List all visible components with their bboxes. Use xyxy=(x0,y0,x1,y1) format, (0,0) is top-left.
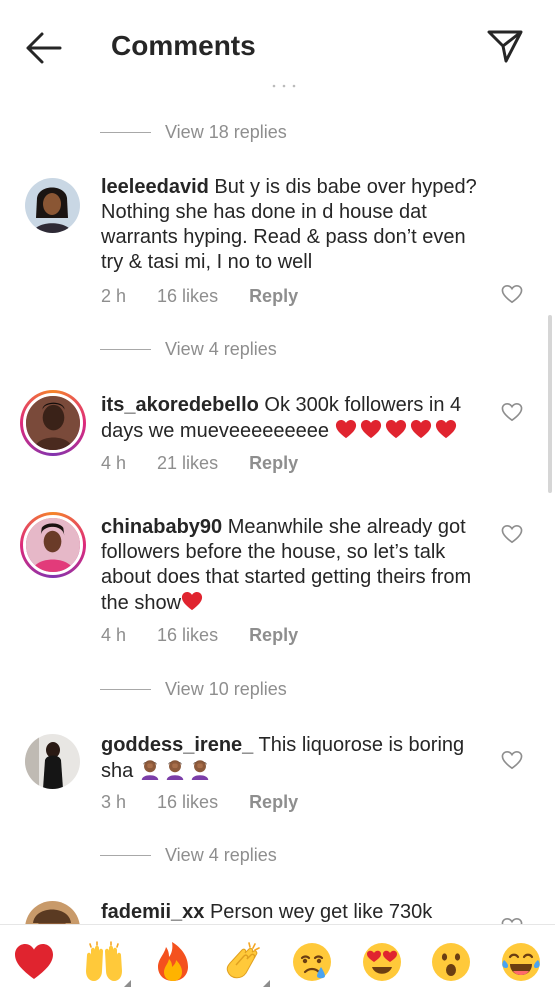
view-replies-button[interactable]: View 10 replies xyxy=(100,675,287,703)
like-heart-icon[interactable] xyxy=(501,917,523,924)
emoji-reaction-bar xyxy=(0,924,555,1000)
tears-of-joy-emoji[interactable] xyxy=(500,941,542,983)
red-heart-icon xyxy=(360,418,382,440)
replies-divider xyxy=(100,688,151,690)
back-arrow-icon[interactable] xyxy=(22,28,64,68)
comment-time: 4 h xyxy=(101,624,127,645)
red-heart-icon xyxy=(181,590,203,612)
fire-emoji[interactable] xyxy=(152,941,194,983)
replies-divider xyxy=(100,131,151,133)
reply-button[interactable]: Reply xyxy=(249,792,298,813)
comment-username[interactable]: leeleedavid xyxy=(101,176,209,198)
red-hearts-emoji-group xyxy=(335,420,460,442)
view-replies-label: View 4 replies xyxy=(165,844,277,865)
view-replies-label: View 18 replies xyxy=(165,121,287,142)
comment-text-block: chinababy90 Meanwhile she already got fo… xyxy=(101,515,486,616)
page-title: Comments xyxy=(111,30,256,61)
replies-divider xyxy=(100,348,151,350)
comment-meta: 3 h 16 likes Reply xyxy=(101,790,329,814)
comment-text: Person wey get like 730k xyxy=(209,901,433,923)
scrollbar[interactable] xyxy=(548,315,552,493)
like-heart-icon[interactable] xyxy=(501,750,523,770)
comment-time: 4 h xyxy=(101,452,127,473)
reply-button[interactable]: Reply xyxy=(249,625,298,646)
avatar[interactable] xyxy=(25,734,80,789)
crying-face-emoji[interactable] xyxy=(291,941,333,983)
view-replies-button[interactable]: View 4 replies xyxy=(100,335,277,363)
heart-eyes-emoji[interactable] xyxy=(361,941,403,983)
red-heart-icon xyxy=(335,418,357,440)
comment-username[interactable]: fademii_xx xyxy=(101,901,204,923)
facepalm-icon xyxy=(139,758,161,780)
header-bar: Comments xyxy=(0,0,555,92)
comments-list[interactable]: View 18 replies leeleedavid But y is dis… xyxy=(0,92,555,924)
comment-username[interactable]: goddess_irene_ xyxy=(101,734,253,756)
comment-meta: 4 h 16 likes Reply xyxy=(101,623,329,647)
red-heart-icon xyxy=(385,418,407,440)
facepalm-icon xyxy=(164,758,186,780)
red-heart-icon xyxy=(435,418,457,440)
replies-divider xyxy=(100,854,151,856)
comment-text-block: leeleedavid But y is dis babe over hyped… xyxy=(101,175,486,275)
comment-text-block: goddess_irene_ This liquorose is boring … xyxy=(101,733,486,784)
red-heart-emoji[interactable] xyxy=(13,941,55,983)
facepalm-icon xyxy=(189,758,211,780)
comment-text-block: fademii_xx Person wey get like 730k xyxy=(101,900,486,924)
comment-likes[interactable]: 21 likes xyxy=(157,453,218,474)
view-replies-button[interactable]: View 4 replies xyxy=(100,841,277,869)
like-heart-icon[interactable] xyxy=(501,402,523,422)
like-heart-icon[interactable] xyxy=(501,524,523,544)
avatar[interactable] xyxy=(25,901,80,924)
avatar[interactable] xyxy=(20,512,86,578)
comment-meta: 4 h 21 likes Reply xyxy=(101,451,329,475)
red-heart-icon xyxy=(410,418,432,440)
send-direct-icon[interactable] xyxy=(484,24,526,66)
comment-time: 3 h xyxy=(101,791,127,812)
reply-button[interactable]: Reply xyxy=(249,286,298,307)
like-heart-icon[interactable] xyxy=(501,284,523,304)
comment-meta: 2 h 16 likes Reply xyxy=(101,284,329,308)
reply-button[interactable]: Reply xyxy=(249,453,298,474)
clapping-hands-emoji[interactable] xyxy=(222,941,270,987)
comment-time: 2 h xyxy=(101,285,127,306)
view-replies-label: View 4 replies xyxy=(165,338,277,359)
comment-likes[interactable]: 16 likes xyxy=(157,792,218,813)
comment-text-block: its_akoredebello Ok 300k followers in 4 … xyxy=(101,393,486,444)
avatar[interactable] xyxy=(25,178,80,233)
loading-dots-icon xyxy=(272,84,296,88)
view-replies-button[interactable]: View 18 replies xyxy=(100,118,287,146)
raising-hands-emoji[interactable] xyxy=(83,941,131,987)
skin-tone-indicator xyxy=(263,980,270,987)
comment-username[interactable]: chinababy90 xyxy=(101,516,222,538)
comment-likes[interactable]: 16 likes xyxy=(157,625,218,646)
comment-username[interactable]: its_akoredebello xyxy=(101,394,259,416)
comment-likes[interactable]: 16 likes xyxy=(157,286,218,307)
skin-tone-indicator xyxy=(124,980,131,987)
facepalm-emoji-group xyxy=(139,760,214,782)
astonished-face-emoji[interactable] xyxy=(430,941,472,983)
avatar[interactable] xyxy=(20,390,86,456)
view-replies-label: View 10 replies xyxy=(165,678,287,699)
